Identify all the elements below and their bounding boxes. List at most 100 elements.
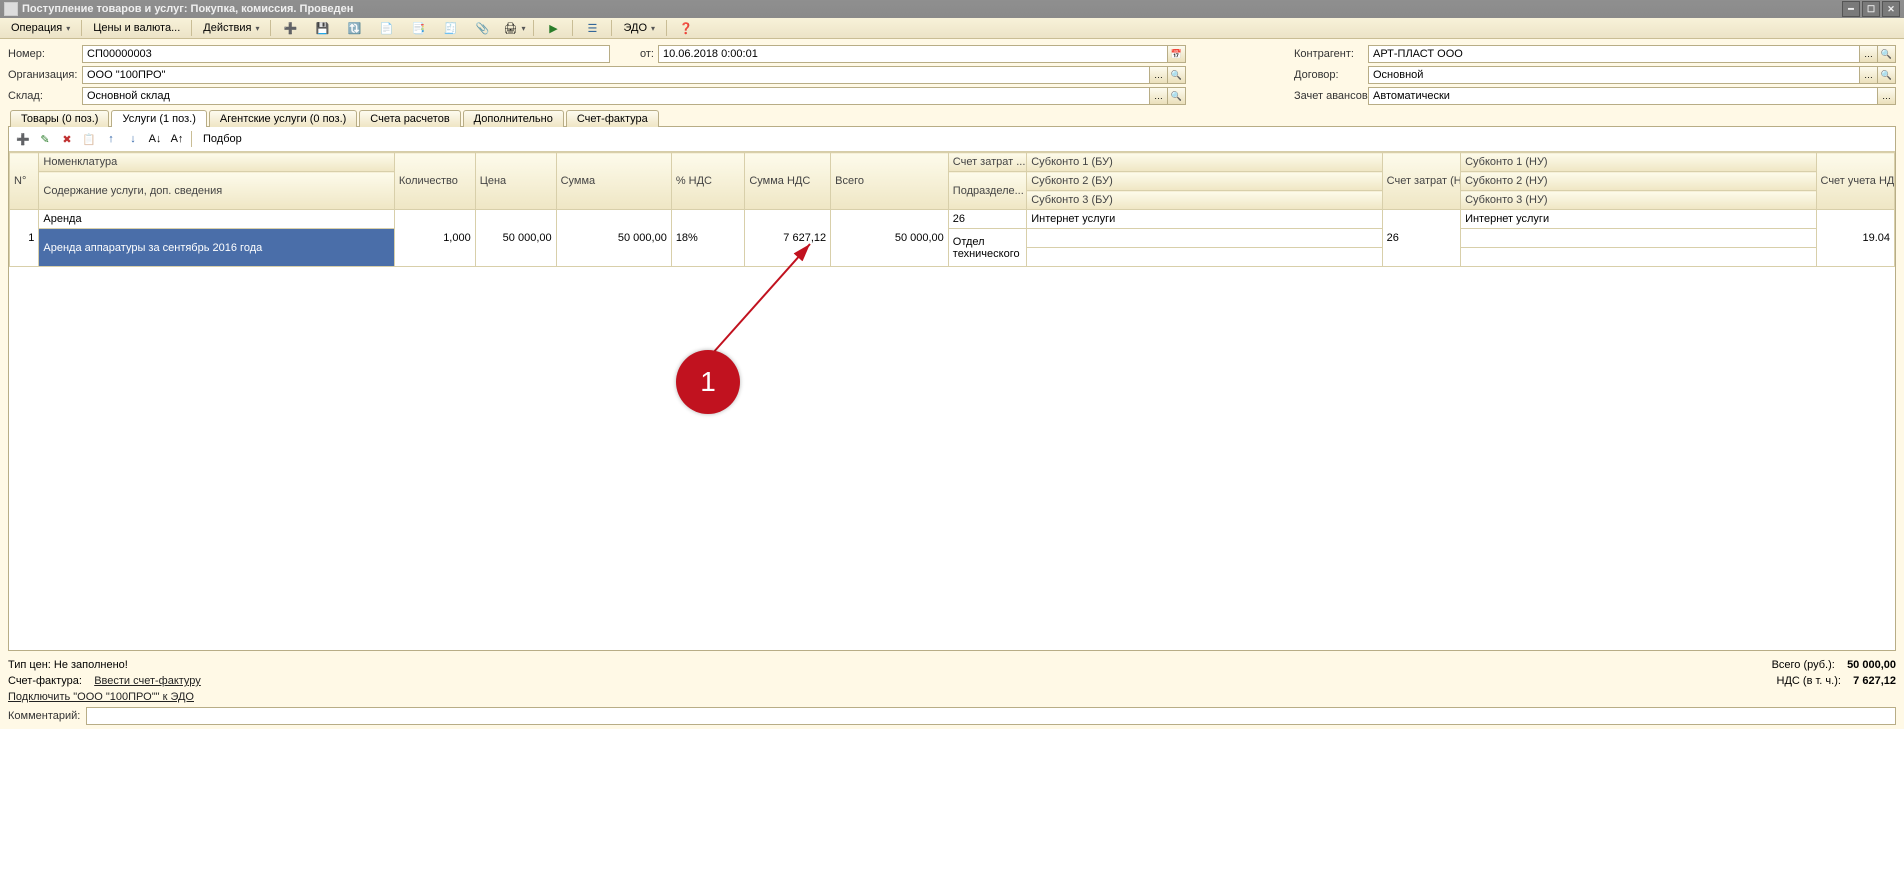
col-vat-sum[interactable]: Сумма НДС (745, 153, 831, 210)
open-dialog-icon[interactable]: … (1150, 87, 1168, 105)
annotation-number: 1 (700, 366, 716, 398)
col-nomenclature[interactable]: Номенклатура (39, 153, 394, 172)
menu-operation[interactable]: Операция (4, 20, 77, 36)
col-content[interactable]: Содержание услуги, доп. сведения (39, 172, 394, 210)
advance-field[interactable] (1368, 87, 1878, 105)
help-icon[interactable]: ❓ (671, 18, 701, 38)
toolbar-copy-icon[interactable]: 📄 (371, 18, 401, 38)
warehouse-field[interactable] (82, 87, 1150, 105)
edo-connect-link[interactable]: Подключить "ООО "100ПРО"" к ЭДО (8, 691, 194, 703)
toolbar-refresh-icon[interactable]: 🔃 (339, 18, 369, 38)
invoice-label: Счет-фактура: (8, 675, 82, 687)
close-button[interactable]: ✕ (1882, 1, 1900, 17)
cell-sum[interactable]: 50 000,00 (556, 210, 671, 267)
edit-row-icon[interactable]: ✎ (35, 129, 55, 149)
contract-field[interactable] (1368, 66, 1860, 84)
cell-vat-account[interactable]: 19.04 (1816, 210, 1895, 267)
cell-quantity[interactable]: 1,000 (394, 210, 475, 267)
label-warehouse: Склад: (8, 90, 78, 102)
selection-button[interactable]: Подбор (196, 131, 249, 147)
cell-subconto3-nu[interactable] (1461, 248, 1816, 267)
add-row-icon[interactable]: ➕ (13, 129, 33, 149)
number-field[interactable] (82, 45, 610, 63)
search-icon[interactable]: 🔍 (1168, 87, 1186, 105)
toolbar-print-icon[interactable]: 🖨 (499, 18, 529, 38)
maximize-button[interactable]: ☐ (1862, 1, 1880, 17)
col-sum[interactable]: Сумма (556, 153, 671, 210)
move-up-icon[interactable]: ↑ (101, 129, 121, 149)
organization-field[interactable] (82, 66, 1150, 84)
menu-actions[interactable]: Действия (196, 20, 266, 36)
cell-cost-account-nu[interactable]: 26 (1382, 210, 1460, 267)
col-vat-account[interactable]: Счет учета НДС (1816, 153, 1895, 210)
counterparty-field[interactable] (1368, 45, 1860, 63)
col-subconto3-bu[interactable]: Субконто 3 (БУ) (1027, 191, 1382, 210)
move-down-icon[interactable]: ↓ (123, 129, 143, 149)
toolbar-post-icon[interactable]: ➕ (275, 18, 305, 38)
col-subconto2-bu[interactable]: Субконто 2 (БУ) (1027, 172, 1382, 191)
cell-subconto3-bu[interactable] (1027, 248, 1382, 267)
label-counterparty: Контрагент: (1294, 48, 1364, 60)
open-dialog-icon[interactable]: … (1860, 66, 1878, 84)
cell-subconto1-nu[interactable]: Интернет услуги (1461, 210, 1816, 229)
toolbar-attach-icon[interactable]: 📎 (467, 18, 497, 38)
sort-asc-icon[interactable]: A↓ (145, 129, 165, 149)
open-dialog-icon[interactable]: … (1860, 45, 1878, 63)
cell-total[interactable]: 50 000,00 (831, 210, 949, 267)
cell-cost-account[interactable]: 26 (948, 210, 1026, 229)
col-subconto1-bu[interactable]: Субконто 1 (БУ) (1027, 153, 1382, 172)
sort-desc-icon[interactable]: A↑ (167, 129, 187, 149)
toolbar-save-icon[interactable]: 💾 (307, 18, 337, 38)
toolbar-structure-icon[interactable]: 🧾 (435, 18, 465, 38)
cell-price[interactable]: 50 000,00 (475, 210, 556, 267)
cell-num[interactable]: 1 (10, 210, 39, 267)
comment-field[interactable] (86, 707, 1896, 725)
comment-label: Комментарий: (8, 710, 80, 722)
calendar-icon[interactable]: 📅 (1168, 45, 1186, 63)
open-dialog-icon[interactable]: … (1150, 66, 1168, 84)
tab-agent-services[interactable]: Агентские услуги (0 поз.) (209, 110, 357, 127)
col-subconto3-nu[interactable]: Субконто 3 (НУ) (1461, 191, 1816, 210)
tab-goods[interactable]: Товары (0 поз.) (10, 110, 109, 127)
search-icon[interactable]: 🔍 (1878, 45, 1896, 63)
main-toolbar: Операция Цены и валюта... Действия ➕ 💾 🔃… (0, 18, 1904, 39)
col-cost-account[interactable]: Счет затрат ... (948, 153, 1026, 172)
toolbar-list-icon[interactable]: ☰ (577, 18, 607, 38)
invoice-link[interactable]: Ввести счет-фактуру (94, 675, 201, 687)
search-icon[interactable]: 🔍 (1878, 66, 1896, 84)
cell-subconto2-bu[interactable] (1027, 229, 1382, 248)
col-quantity[interactable]: Количество (394, 153, 475, 210)
tab-additional[interactable]: Дополнительно (463, 110, 564, 127)
col-cost-account-nu[interactable]: Счет затрат (НУ) (1382, 153, 1460, 210)
col-subdivision[interactable]: Подразделе... затрат (948, 172, 1026, 210)
col-total[interactable]: Всего (831, 153, 949, 210)
cell-nomenclature[interactable]: Аренда (39, 210, 394, 229)
delete-row-icon[interactable]: ✖ (57, 129, 77, 149)
copy-row-icon[interactable]: 📋 (79, 129, 99, 149)
cell-content[interactable]: Аренда аппаратуры за сентябрь 2016 года (39, 229, 394, 267)
cell-subconto2-nu[interactable] (1461, 229, 1816, 248)
menu-edo[interactable]: ЭДО (616, 20, 662, 36)
tab-services[interactable]: Услуги (1 поз.) (111, 110, 206, 127)
app-icon (4, 2, 18, 16)
minimize-button[interactable]: ━ (1842, 1, 1860, 17)
tab-invoice[interactable]: Счет-фактура (566, 110, 659, 127)
col-subconto2-nu[interactable]: Субконто 2 (НУ) (1461, 172, 1816, 191)
cell-subconto1-bu[interactable]: Интернет услуги (1027, 210, 1382, 229)
toolbar-based-icon[interactable]: 📑 (403, 18, 433, 38)
date-field[interactable] (658, 45, 1168, 63)
cell-vat-sum[interactable]: 7 627,12 (745, 210, 831, 267)
cell-vat-percent[interactable]: 18% (671, 210, 745, 267)
cell-subdivision[interactable]: Отдел технического (948, 229, 1026, 267)
col-vat-percent[interactable]: % НДС (671, 153, 745, 210)
open-dialog-icon[interactable]: … (1878, 87, 1896, 105)
services-table[interactable]: N° Номенклатура Количество Цена Сумма % … (9, 152, 1895, 267)
menu-prices-currency[interactable]: Цены и валюта... (86, 20, 187, 36)
col-subconto1-nu[interactable]: Субконто 1 (НУ) (1461, 153, 1816, 172)
search-icon[interactable]: 🔍 (1168, 66, 1186, 84)
col-price[interactable]: Цена (475, 153, 556, 210)
col-num[interactable]: N° (10, 153, 39, 210)
toolbar-go-icon[interactable]: ▶ (538, 18, 568, 38)
table-row[interactable]: 1 Аренда 1,000 50 000,00 50 000,00 18% 7… (10, 210, 1895, 229)
tab-accounts[interactable]: Счета расчетов (359, 110, 460, 127)
